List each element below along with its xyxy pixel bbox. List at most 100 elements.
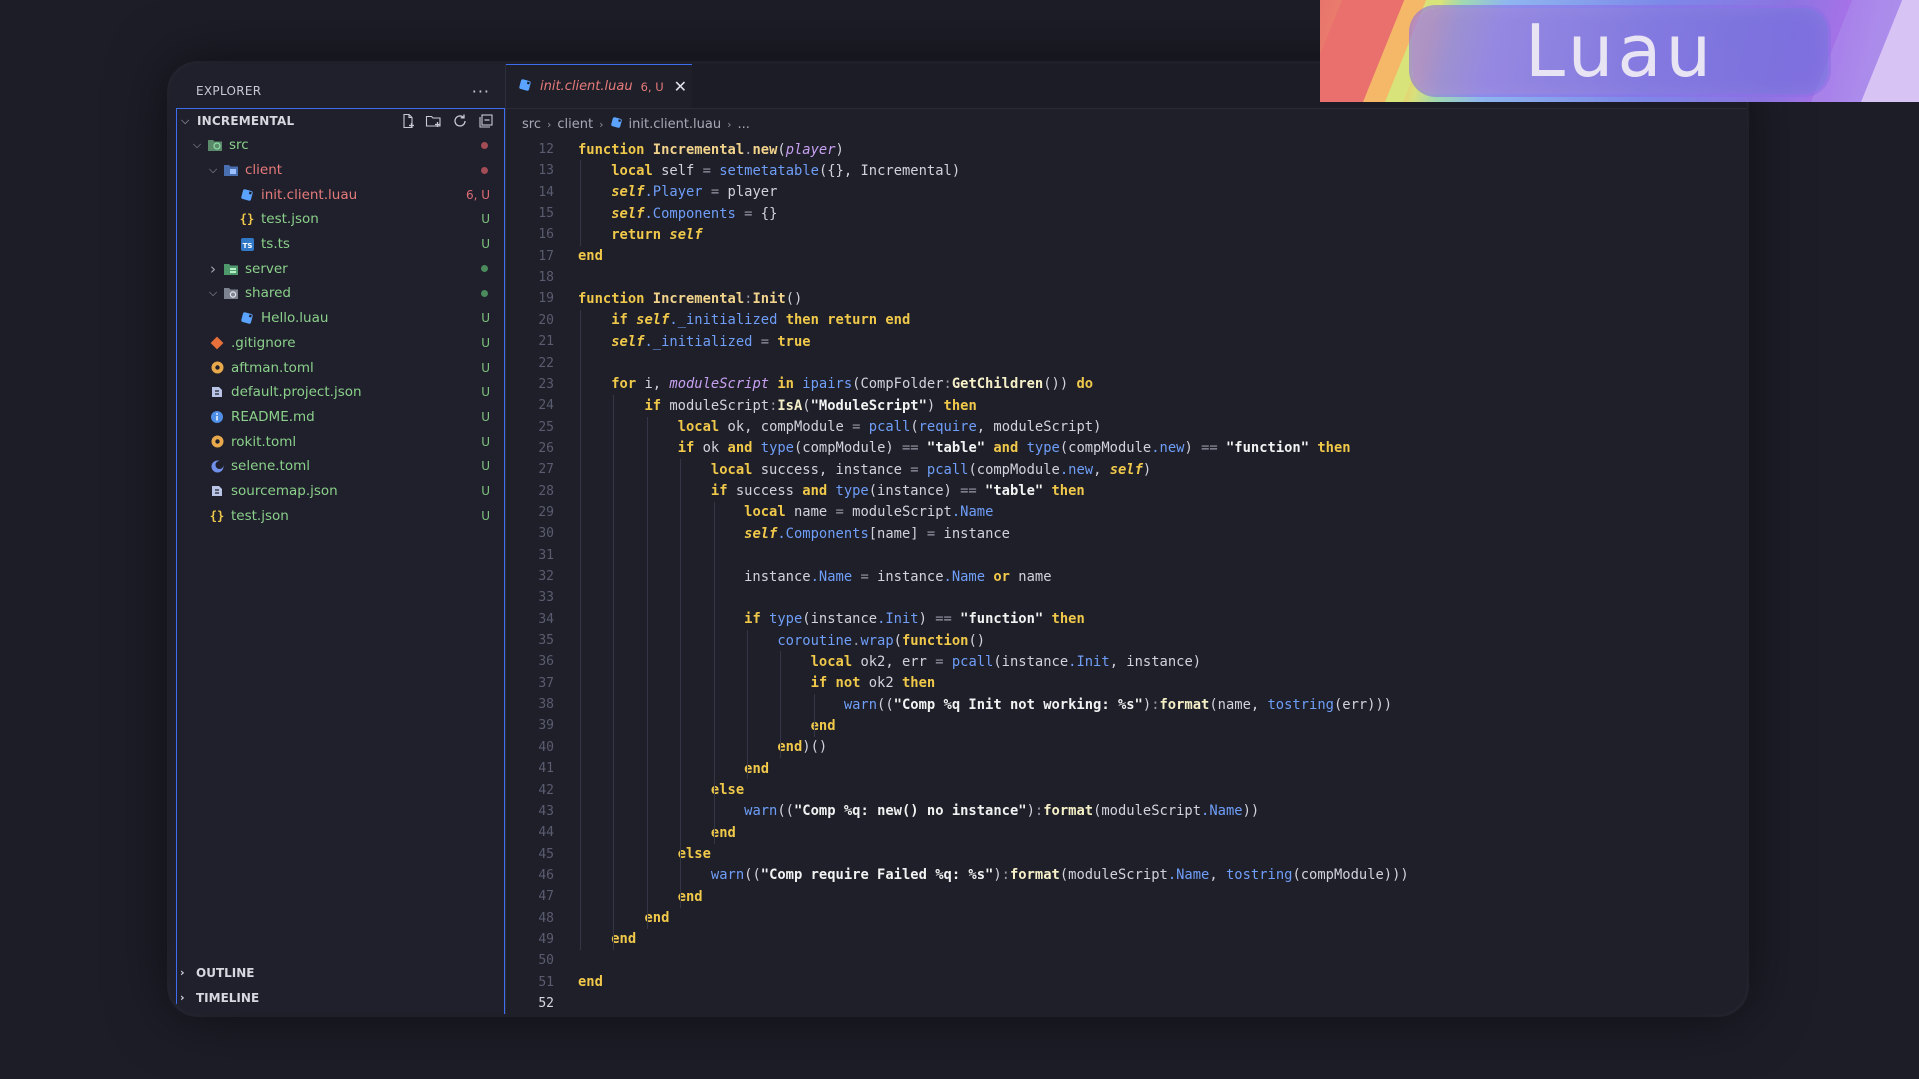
json-file-icon: {}	[239, 212, 255, 227]
code-token: (	[910, 419, 919, 436]
code-line: 48 end	[506, 908, 669, 929]
line-number: 17	[538, 248, 554, 264]
outline-panel-header[interactable]: › OUTLINE	[176, 960, 505, 985]
tree-item[interactable]: ⌵ src	[177, 133, 504, 158]
breadcrumb-src[interactable]: src	[522, 117, 541, 132]
tree-item[interactable]: ⌵ shared	[177, 281, 504, 306]
chevron-down-icon[interactable]: ⌵	[181, 114, 197, 128]
timeline-panel-header[interactable]: › TIMELINE	[176, 985, 505, 1010]
code-token: self	[669, 226, 703, 243]
tree-item[interactable]: TS ts.ts U	[177, 232, 504, 257]
code-line: 25 local ok, compModule = pcall(require,…	[506, 417, 1101, 438]
project-header[interactable]: ⌵ INCREMENTAL	[177, 109, 504, 133]
code-line: 14 self.Player = player	[506, 182, 777, 203]
code-token: .Name	[951, 504, 994, 521]
new-file-icon[interactable]	[399, 113, 416, 130]
code-token: type	[835, 483, 869, 500]
code-token: [name]	[868, 525, 927, 542]
code-line: 26 if ok and type(compModule) == "table"…	[506, 438, 1350, 459]
code-token: self	[611, 184, 645, 201]
tree-item[interactable]: {} test.json U	[177, 207, 504, 232]
indent-guide	[780, 651, 782, 759]
code-line: 44 end	[506, 822, 735, 843]
code-line: 20 if self._initialized then return end	[506, 310, 910, 331]
luau-file-icon	[610, 116, 623, 133]
code-token: name	[793, 504, 836, 521]
tree-item[interactable]: default.project.json U	[177, 380, 504, 405]
code-text: end	[578, 910, 669, 926]
new-folder-icon[interactable]	[425, 113, 442, 130]
tree-item[interactable]: {} test.json U	[177, 503, 504, 528]
code-line: 31	[506, 545, 554, 566]
chevron-down-icon[interactable]: ⌵	[205, 163, 221, 177]
code-token: then	[943, 397, 977, 414]
chevron-down-icon[interactable]: ⌵	[189, 138, 205, 152]
code-token: and	[802, 483, 836, 500]
code-token: :	[1001, 867, 1010, 884]
tree-item[interactable]: › server	[177, 256, 504, 281]
code-token: pcall	[868, 419, 911, 436]
tree-item[interactable]: README.md U	[177, 405, 504, 430]
line-number: 48	[538, 910, 554, 926]
code-text: end	[578, 825, 736, 841]
code-token: and	[993, 440, 1027, 457]
tree-item[interactable]: selene.toml U	[177, 454, 504, 479]
code-line: 23 for i, moduleScript in ipairs(CompFol…	[506, 374, 1093, 395]
code-text: end	[578, 718, 836, 734]
chevron-right-icon: ›	[727, 117, 732, 131]
chevron-right-icon: ›	[546, 117, 552, 131]
line-number: 50	[538, 953, 554, 969]
code-token: ((	[777, 803, 794, 820]
refresh-icon[interactable]	[451, 113, 468, 130]
tree-item[interactable]: rokit.toml U	[177, 429, 504, 454]
tree-item[interactable]: init.client.luau 6, U	[177, 182, 504, 207]
line-number: 15	[538, 206, 554, 222]
chevron-down-icon[interactable]: ⌵	[205, 286, 221, 300]
code-token: )	[1184, 440, 1202, 457]
tree-item-label: aftman.toml	[231, 359, 314, 376]
close-icon[interactable]: ✕	[674, 77, 687, 96]
collapse-all-icon[interactable]	[477, 113, 494, 130]
code-line: 33	[506, 587, 554, 608]
code-token: ((	[744, 867, 761, 884]
code-token: self	[1109, 461, 1143, 478]
indent-guide	[713, 501, 715, 844]
more-actions-icon[interactable]: ···	[472, 82, 490, 101]
code-line: 17 end	[506, 246, 603, 267]
code-line: 13 local self = setmetatable({}, Increme…	[506, 160, 960, 181]
tree-item[interactable]: ⌵ client	[177, 158, 504, 183]
typescript-file-icon: TS	[239, 236, 255, 252]
tab-init-client-luau[interactable]: init.client.luau 6, U ✕	[506, 64, 692, 108]
code-token: :	[943, 376, 952, 393]
line-number: 44	[538, 825, 554, 841]
tree-item[interactable]: aftman.toml U	[177, 355, 504, 380]
tree-item[interactable]: sourcemap.json U	[177, 479, 504, 504]
code-token: and	[727, 440, 761, 457]
git-status-badge: U	[481, 459, 490, 474]
git-status-badge: U	[481, 483, 490, 498]
chevron-right-icon[interactable]: ›	[205, 260, 221, 278]
breadcrumb-file[interactable]: init.client.luau	[629, 117, 722, 132]
git-status-badge: U	[481, 237, 490, 252]
code-token: new	[752, 141, 778, 158]
chevron-right-icon: ›	[180, 991, 185, 1004]
explorer-sidebar: EXPLORER ··· ⌵ INCREMENTAL ⌵ src ⌵ clien…	[170, 64, 505, 1014]
code-line: 45 else	[506, 844, 711, 865]
explorer-header: EXPLORER ···	[196, 81, 496, 101]
tree-item-label: Hello.luau	[261, 310, 329, 327]
code-line: 35 coroutine.wrap(function()	[506, 630, 985, 651]
code-editor[interactable]: 12 function Incremental.new(player) 13 loc…	[506, 139, 1746, 1014]
code-token: )	[1142, 461, 1152, 478]
code-token: (CompFolder	[852, 376, 944, 393]
breadcrumb-client[interactable]: client	[557, 117, 593, 132]
code-token: if	[744, 611, 770, 628]
code-token: .Name	[810, 568, 853, 585]
tree-item[interactable]: Hello.luau U	[177, 306, 504, 331]
code-token: self	[611, 333, 645, 350]
tree-item[interactable]: .gitignore U	[177, 331, 504, 356]
tree-item-label: shared	[245, 285, 291, 302]
code-token: (compModule)	[794, 440, 902, 457]
breadcrumb-more[interactable]: ...	[738, 117, 750, 132]
code-token: end	[677, 888, 703, 905]
